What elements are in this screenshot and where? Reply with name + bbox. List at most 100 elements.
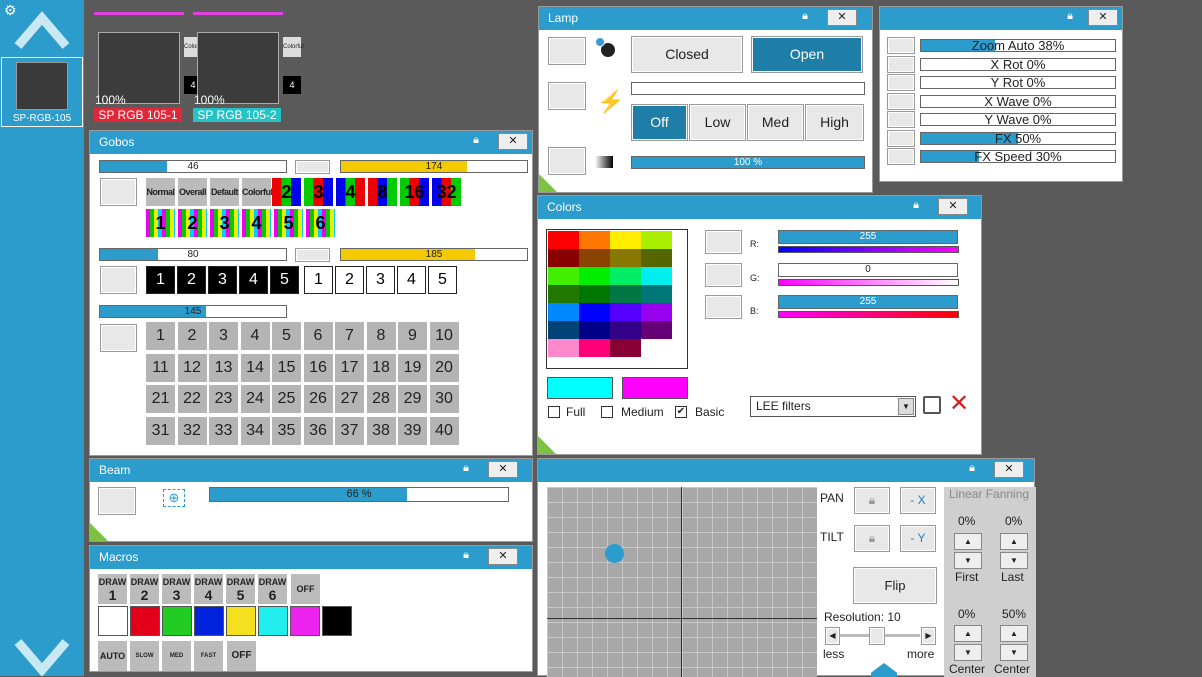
lock-icon[interactable]: 🔒︎: [458, 461, 474, 478]
gobo-grid-button[interactable]: 8: [366, 322, 396, 350]
gobo-grid-button[interactable]: 14: [240, 353, 270, 382]
gobo-grid-button[interactable]: 21: [146, 385, 175, 413]
invert-y-button[interactable]: - Y: [900, 525, 936, 552]
palette-color-swatch[interactable]: [579, 285, 610, 303]
pan-tilt-pad[interactable]: [547, 487, 817, 677]
blue-button[interactable]: [705, 295, 742, 319]
color-swatch-1[interactable]: [547, 377, 613, 399]
gobo-grid-button[interactable]: 27: [335, 385, 364, 413]
gobo-mode-button[interactable]: Colorful: [242, 178, 273, 206]
palette-color-swatch[interactable]: [579, 339, 610, 357]
chevron-up-icon[interactable]: [14, 10, 70, 50]
dimmer-bar[interactable]: 100 %: [631, 156, 865, 169]
gobo-grid-button[interactable]: 10: [429, 322, 459, 350]
gobo-black-button[interactable]: 2: [177, 266, 206, 294]
macro-color-swatch[interactable]: [98, 606, 128, 636]
resolution-thumb[interactable]: [869, 627, 885, 645]
gobo-grid-button[interactable]: 30: [429, 385, 459, 413]
gobo-pattern-button[interactable]: 6: [306, 209, 335, 237]
gobo2-rotation-bar[interactable]: 80: [99, 248, 287, 261]
gobo-wheel-button[interactable]: 3: [304, 178, 333, 206]
resize-corner-icon[interactable]: [90, 523, 108, 541]
gobo-white-button[interactable]: 5: [428, 266, 457, 294]
lamp-high-button[interactable]: High: [805, 104, 864, 141]
gobo-grid-button[interactable]: 12: [177, 353, 207, 382]
palette-color-swatch[interactable]: [548, 303, 579, 321]
fx-button[interactable]: [887, 129, 915, 147]
lamp-off-button[interactable]: Off: [631, 104, 688, 141]
fx-button[interactable]: [887, 55, 915, 73]
gobo2-select-button[interactable]: [100, 266, 137, 294]
center1-up-button[interactable]: ▲: [954, 625, 982, 642]
chevron-down-icon[interactable]: [14, 636, 70, 676]
palette-color-swatch[interactable]: [579, 303, 610, 321]
palette-color-swatch[interactable]: [641, 321, 672, 339]
delete-icon[interactable]: ✕: [949, 392, 969, 416]
gobo-grid-button[interactable]: 35: [272, 416, 301, 445]
gobo-black-button[interactable]: 5: [270, 266, 299, 294]
last-up-button[interactable]: ▲: [1000, 533, 1028, 550]
fx-button[interactable]: [887, 37, 915, 54]
fx-bar[interactable]: X Wave 0%: [920, 94, 1116, 108]
shutter-open-button[interactable]: Open: [751, 36, 863, 73]
fx-button[interactable]: [887, 74, 915, 91]
fx-bar[interactable]: FX Speed 30%: [920, 150, 1116, 163]
save-icon[interactable]: [923, 396, 941, 414]
gobo-grid-button[interactable]: 40: [429, 416, 459, 445]
center2-down-button[interactable]: ▼: [1000, 644, 1028, 661]
strobe-button[interactable]: [548, 82, 586, 110]
gobo-mode-button[interactable]: Normal: [146, 178, 175, 206]
palette-color-swatch[interactable]: [610, 267, 641, 285]
palette-color-swatch[interactable]: [641, 267, 672, 285]
resolution-more-button[interactable]: ▶: [921, 627, 936, 645]
gobo-grid-button[interactable]: 36: [303, 416, 333, 445]
red-button[interactable]: [705, 230, 742, 254]
palette-color-swatch[interactable]: [548, 321, 579, 339]
fx-bar[interactable]: FX 50%: [920, 131, 1116, 145]
lock-icon[interactable]: 🔒︎: [468, 133, 484, 150]
fx-button[interactable]: [887, 92, 915, 110]
gobo-grid-button[interactable]: 29: [398, 385, 427, 413]
position-handle[interactable]: [605, 544, 624, 563]
gobo-grid-button[interactable]: 7: [335, 322, 364, 350]
gobo-mode-button[interactable]: Default: [210, 178, 239, 206]
lock-icon[interactable]: 🔒︎: [964, 461, 980, 478]
gobo2-yellow-bar[interactable]: 185: [340, 248, 528, 261]
fx-bar[interactable]: Zoom Auto 38%: [920, 39, 1116, 52]
macro-off2-button[interactable]: OFF: [227, 641, 256, 671]
macro-color-swatch[interactable]: [258, 606, 288, 636]
fixture-selector[interactable]: SP-RGB-105: [1, 57, 83, 127]
chevron-down-icon[interactable]: ▼: [898, 398, 914, 415]
last-down-button[interactable]: ▼: [1000, 552, 1028, 569]
gobo-white-button[interactable]: 1: [304, 266, 333, 294]
red-bar[interactable]: 255: [778, 230, 958, 244]
gobo-grid-button[interactable]: 19: [398, 353, 427, 382]
palette-color-swatch[interactable]: [641, 231, 672, 249]
gobo-grid-button[interactable]: 3: [209, 322, 238, 350]
palette-color-swatch[interactable]: [610, 303, 641, 321]
macro-off-button[interactable]: OFF: [291, 574, 320, 604]
gobo2-button[interactable]: [295, 248, 330, 262]
full-checkbox[interactable]: [548, 406, 560, 418]
center1-down-button[interactable]: ▼: [954, 644, 982, 661]
resize-corner-icon[interactable]: [539, 174, 557, 192]
filter-select[interactable]: LEE filters ▼: [750, 396, 916, 417]
gobo-black-button[interactable]: 3: [208, 266, 237, 294]
macro-speed-button[interactable]: FAST: [194, 641, 223, 671]
gobo-grid-button[interactable]: 2: [177, 322, 207, 350]
gobo-grid-button[interactable]: 18: [366, 353, 396, 382]
gobo-grid-button[interactable]: 13: [209, 353, 238, 382]
basic-checkbox[interactable]: ✔: [675, 406, 687, 418]
gobo-grid-button[interactable]: 20: [429, 353, 459, 382]
gobo-pattern-button[interactable]: 2: [178, 209, 207, 237]
close-button[interactable]: ✕: [994, 461, 1024, 478]
gobo-wheel-button[interactable]: 32: [432, 178, 461, 206]
gobo-grid-button[interactable]: 32: [177, 416, 207, 445]
beam-bar[interactable]: 66 %: [209, 487, 509, 502]
gobo-wheel-button[interactable]: 8: [368, 178, 397, 206]
gobo-grid-button[interactable]: 5: [272, 322, 301, 350]
gobo-black-button[interactable]: 4: [239, 266, 268, 294]
palette-color-swatch[interactable]: [548, 231, 579, 249]
gobo-grid-button[interactable]: 26: [303, 385, 333, 413]
beam-button[interactable]: [98, 487, 136, 515]
